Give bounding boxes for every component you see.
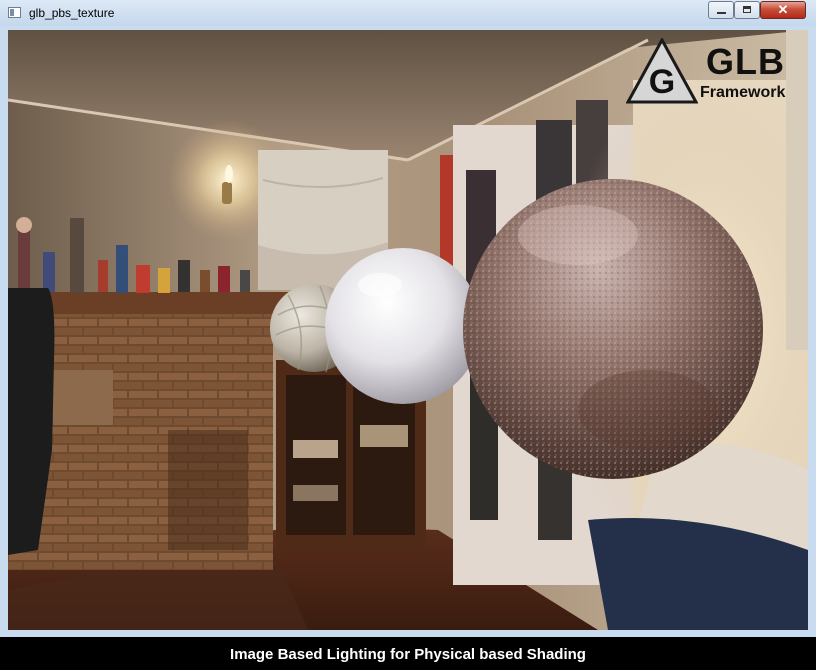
white-glossy-sphere [325, 248, 481, 404]
window-title: glb_pbs_texture [29, 6, 115, 20]
render-viewport[interactable]: G GLB Framework [8, 30, 808, 630]
g-triangle-icon: G [626, 38, 698, 104]
scene-render [8, 30, 808, 630]
logo-title: GLB [706, 41, 785, 82]
app-window: glb_pbs_texture ✕ G GLB Framework [0, 0, 816, 637]
logo-subtitle: Framework [700, 84, 786, 101]
minimize-button[interactable] [708, 1, 734, 19]
close-button[interactable]: ✕ [760, 1, 806, 19]
app-window-icon [8, 7, 21, 18]
title-bar[interactable]: glb_pbs_texture ✕ [0, 0, 816, 26]
svg-text:G: G [649, 63, 675, 101]
maximize-button[interactable] [734, 1, 760, 19]
wall-lamp [222, 182, 232, 204]
glb-logo: G GLB Framework [626, 38, 801, 108]
caption-text: Image Based Lighting for Physical based … [230, 646, 586, 663]
caption-bar: Image Based Lighting for Physical based … [0, 637, 816, 670]
